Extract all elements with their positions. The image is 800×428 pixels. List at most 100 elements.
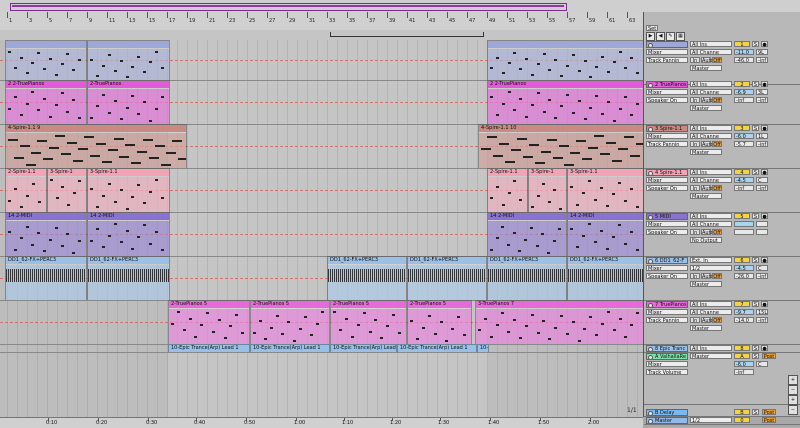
zoom-out-button[interactable]: − [788,405,798,415]
master-cue-button[interactable]: 0 [734,417,750,424]
track-activator-button[interactable]: 1 [734,41,750,48]
zoom-in-button[interactable]: + [788,375,798,385]
post-button[interactable]: Post [762,353,776,360]
input-type-select[interactable]: All Ins [690,169,732,175]
monitor-auto-button[interactable]: Auto [701,317,714,324]
clip[interactable]: DD1_62-FX+PERC3 [567,256,643,300]
output-destination-select[interactable]: No Output [690,237,722,243]
clip[interactable]: 4-Spire-1.1 9 [5,124,187,168]
clip[interactable]: 10-Epic Trance(Arp) Lead 1 [477,344,489,352]
clip[interactable]: 14 2-MIDI [87,212,170,256]
input-type-select[interactable]: All Ins [690,81,732,87]
return-name-button[interactable]: B Delay [646,409,688,416]
input-channel-select[interactable]: All Channe [690,221,732,227]
clip[interactable]: 10-Epic Trance(Arp) Lead 1 [168,344,250,352]
clip[interactable]: 3-Spire-1.1 [567,168,643,212]
input-channel-select[interactable]: All Channe [690,89,732,95]
volume-field[interactable]: -6.9 [734,89,754,96]
clip[interactable]: 2 2-TruePianos [5,80,87,124]
monitor-in-button[interactable]: In [690,273,700,280]
track-name-button[interactable]: 3 Spire-1.1 [646,125,688,132]
output-type-select[interactable]: Mixer [646,309,688,315]
output-destination-select[interactable]: Master [690,65,722,71]
volume-field[interactable] [734,221,754,227]
monitor-in-button[interactable]: In [690,57,700,64]
track-activator-button[interactable]: 6 [734,257,750,264]
track-lane[interactable]: 2-TruePianos 5 2-TruePianos 5 2-TruePianos… [0,300,643,345]
output-channel-select[interactable]: Track Pannin [646,57,688,63]
solo-button[interactable]: S [752,169,759,176]
output-channel-select[interactable]: Mixer [646,361,688,367]
output-channel-select[interactable]: Track Pannin [646,317,688,323]
output-destination-select[interactable]: Master [690,281,722,287]
track-activator-button[interactable]: 8 [734,345,750,352]
track-activator-button[interactable]: 4 [734,169,750,176]
output-destination-select[interactable]: Master [690,149,722,155]
input-channel-select[interactable]: All Channe [690,177,732,183]
loop-brace[interactable] [330,32,484,37]
input-channel-select[interactable]: All Channe [690,49,732,55]
clip[interactable]: DD1_62-FX+PERC3 [487,256,567,300]
clip[interactable]: 2-TruePianos [87,80,170,124]
track-fold-icon[interactable] [648,171,653,175]
monitor-auto-button[interactable]: Auto [701,185,714,192]
clip[interactable]: 10-Epic Trance(Arp) Lead 1 [250,344,330,352]
input-channel-select[interactable]: All Channe [690,309,732,315]
solo-button[interactable]: S [752,409,759,416]
zoom-out-button[interactable]: − [788,385,798,395]
arm-button[interactable]: ● [761,257,768,264]
volume-field[interactable]: -6.0 [734,133,754,140]
solo-button[interactable]: S [752,125,759,132]
clip[interactable]: 10-Epic Trance(Arp) Lead 1 [397,344,477,352]
return-activator-button[interactable]: A [734,353,750,360]
volume-field[interactable]: -4.5 [734,177,754,184]
clip[interactable] [487,40,643,80]
pan-field[interactable] [756,221,768,227]
output-type-select[interactable]: Mixer [646,221,688,227]
track-lane[interactable]: 2-Spire-1.1 3-Spire-1 3-Spire-1.1 2-Spire-1… [0,168,643,213]
input-type-select[interactable]: All Ins [690,41,732,47]
track-fold-icon[interactable] [648,355,653,359]
monitor-in-button[interactable]: In [690,141,700,148]
clip[interactable]: 2-Spire-1.1 [487,168,528,212]
post-button[interactable]: Post [762,417,776,424]
output-channel-select[interactable]: Speaker On [646,97,688,103]
clip[interactable]: 2-TruePianos 5 [330,300,407,344]
clip[interactable] [87,40,170,80]
output-volume-select[interactable]: Track Volume [646,369,688,375]
arm-button[interactable]: ● [761,41,768,48]
track-activator-button[interactable]: 2 [734,81,750,88]
solo-button[interactable]: S [752,213,759,220]
monitor-off-button[interactable]: Off [712,141,722,148]
monitor-auto-button[interactable]: Auto [701,229,714,236]
input-channel-select[interactable]: 1/2 [690,265,732,271]
track-fold-icon[interactable] [648,215,653,219]
arm-button[interactable]: ● [761,301,768,308]
input-type-select[interactable]: All Ins [690,213,732,219]
output-channel-select[interactable]: Speaker On [646,273,688,279]
output-type-select[interactable]: Mixer [646,265,688,271]
output-type-select[interactable]: Mixer [646,89,688,95]
master-name-button[interactable]: Master [646,417,688,424]
arm-button[interactable]: ● [761,169,768,176]
monitor-off-button[interactable]: Off [712,273,722,280]
pan-field[interactable]: C [756,361,768,368]
volume-field[interactable]: -11.0 [734,49,754,56]
arrangement-view[interactable]: 2 2-TruePianos 2-TruePianos 2 2-TruePianos… [0,40,643,417]
output-destination-select[interactable]: Master [690,325,722,331]
clip[interactable]: 3-TruePianos 7 [475,300,643,344]
pan-field[interactable]: C [756,177,768,184]
solo-button[interactable]: S [752,353,759,360]
track-name-button[interactable]: 6 DD1_62-F [646,257,688,264]
clip[interactable]: DD1_62-FX+PERC3 [87,256,170,300]
monitor-off-button[interactable]: Off [712,229,722,236]
clip[interactable]: 2-TruePianos 5 [168,300,250,344]
clip[interactable]: 2-Spire-1.1 [5,168,47,212]
input-type-select[interactable]: Ext. In [690,257,732,263]
output-destination-select[interactable]: Master [690,193,722,199]
zoom-in-button[interactable]: + [788,395,798,405]
output-channel-select[interactable]: Speaker On [646,185,688,191]
track-lane[interactable]: 4-Spire-1.1 9 4-Spire-1.1 10 [0,124,643,169]
clip[interactable]: 3-Spire-1.1 [87,168,170,212]
monitor-off-button[interactable]: Off [712,317,722,324]
